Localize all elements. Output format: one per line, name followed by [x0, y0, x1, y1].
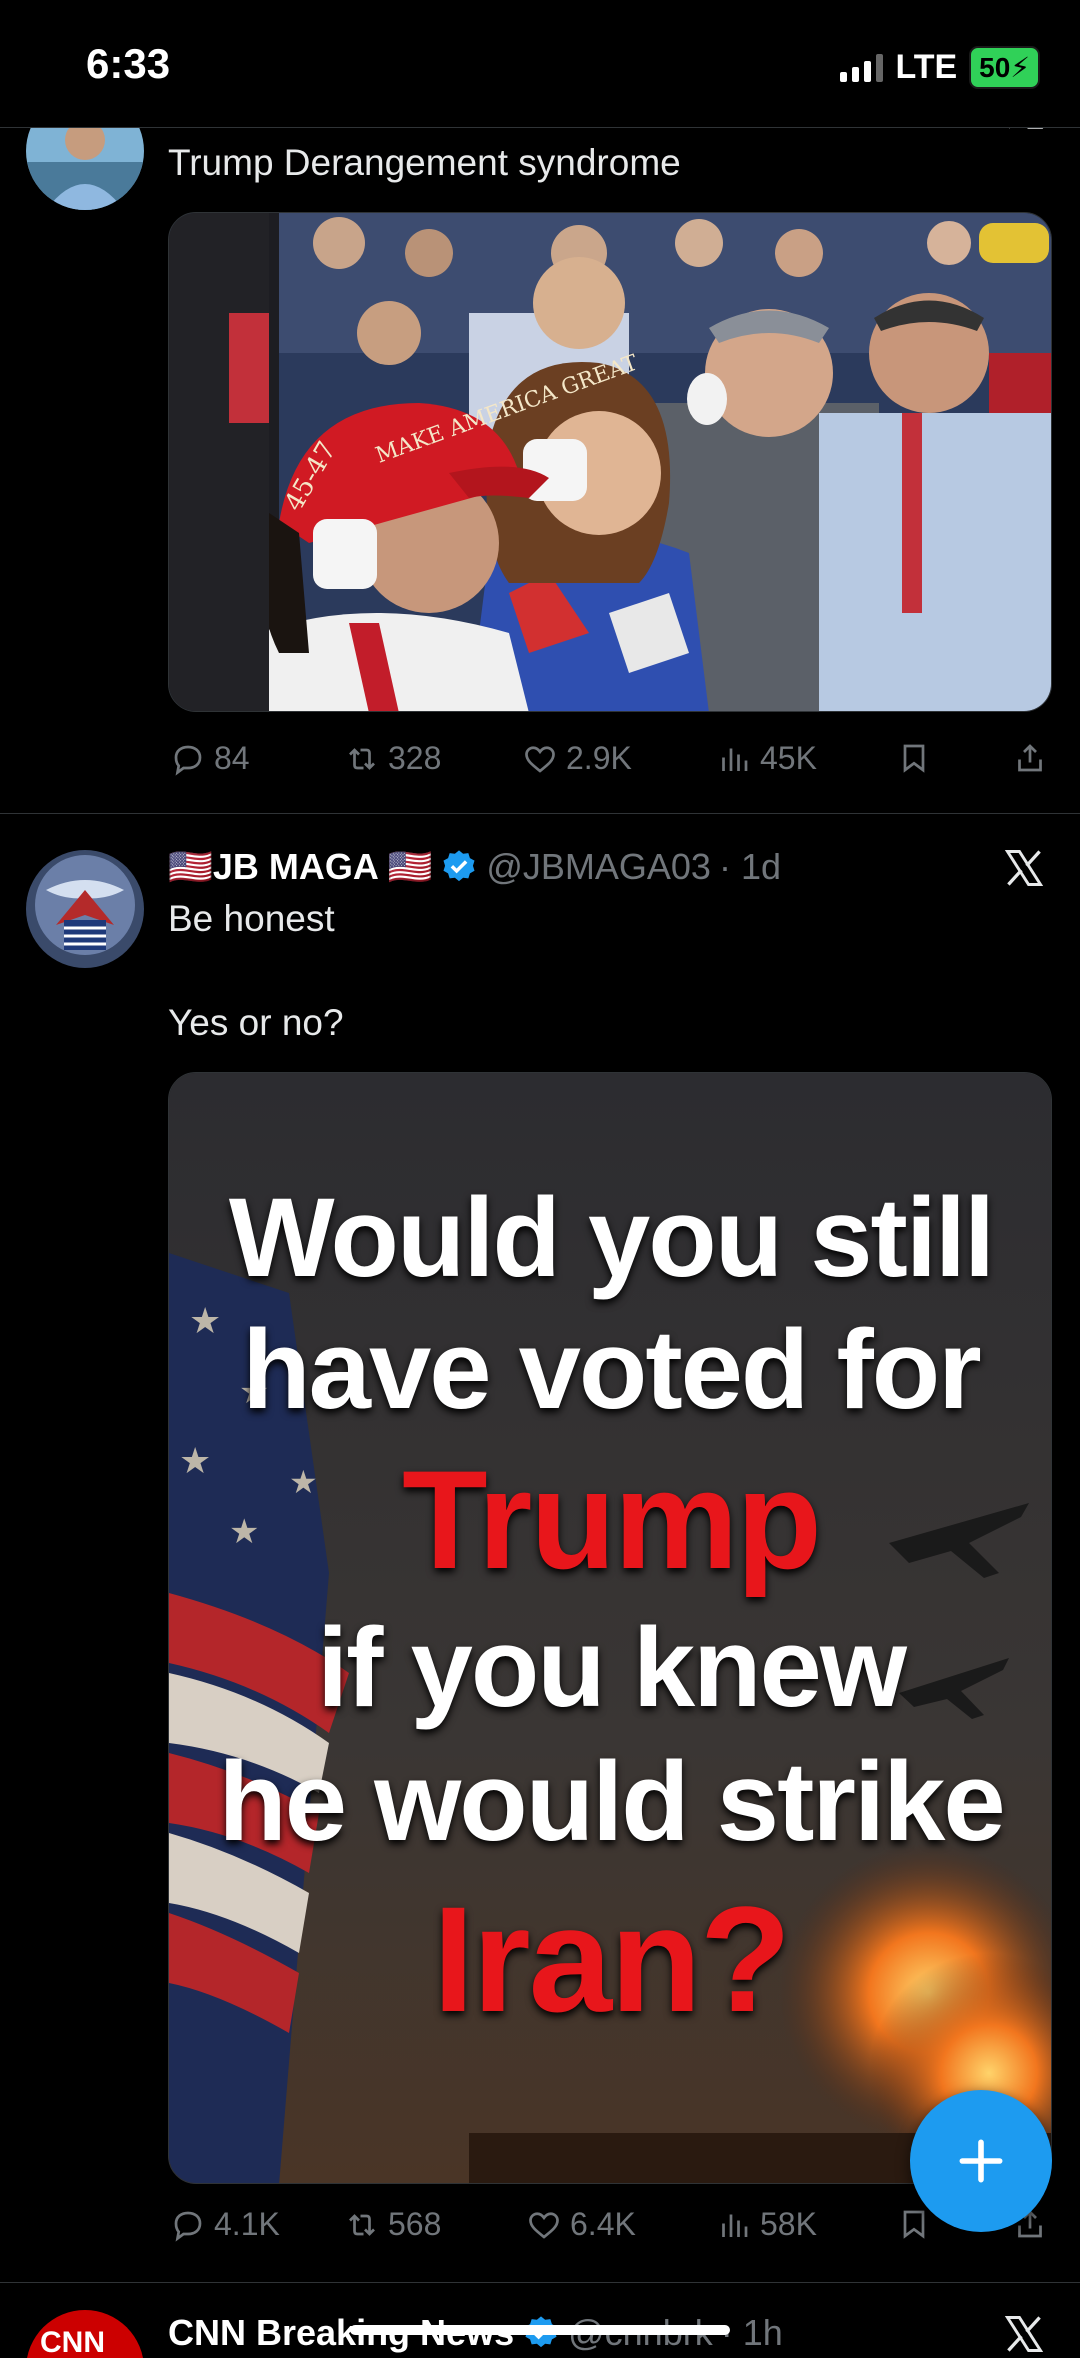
- repost-count: 328: [388, 740, 442, 776]
- bookmark-icon: [903, 744, 925, 773]
- tweet-image[interactable]: ★ ★ ★ ★ ★ Would you still have voted for…: [168, 1072, 1052, 2184]
- signal-icon: [840, 53, 884, 82]
- tweet-divider: [0, 813, 1080, 814]
- like-count: 6.4K: [570, 2206, 636, 2242]
- repost-icon: [349, 747, 375, 770]
- reply-button[interactable]: 4.1K: [170, 2206, 280, 2243]
- like-count: 2.9K: [566, 740, 632, 776]
- verified-icon: [443, 850, 475, 882]
- meme-line-5: he would strike: [218, 1739, 1005, 1864]
- tweet-actions: 4.1K 568 6.4K 58K: [168, 2206, 1058, 2256]
- post-time[interactable]: · 1d: [719, 846, 781, 888]
- repost-icon: [349, 2213, 375, 2236]
- compose-button[interactable]: [910, 2090, 1052, 2232]
- tweet-text-line-1: Be honest: [168, 898, 335, 939]
- tweet-header: 🇺🇸JB MAGA 🇺🇸 @JBMAGA03 · 1d: [168, 846, 781, 888]
- battery-icon: 50⚡: [969, 46, 1040, 89]
- home-indicator[interactable]: [350, 2325, 730, 2335]
- avatar[interactable]: [26, 850, 144, 968]
- avatar[interactable]: CNN: [26, 2310, 144, 2358]
- tweet-image[interactable]: MAKE AMERICA GREAT 45-47: [168, 212, 1052, 712]
- bookmark-icon: [903, 2210, 925, 2239]
- battery-level: 50: [979, 52, 1011, 83]
- meme-line-3: Trump: [402, 1441, 822, 1598]
- x-logo-icon: [1004, 850, 1044, 886]
- bookmark-button[interactable]: [896, 2206, 932, 2242]
- status-time: 6:33: [86, 40, 171, 87]
- tweet-text: Trump Derangement syndrome: [168, 142, 681, 183]
- views-icon: [722, 748, 748, 771]
- bookmark-button[interactable]: [896, 740, 932, 776]
- reply-icon: [174, 745, 202, 776]
- meme-line-1: Would you still: [228, 1175, 995, 1300]
- share-button[interactable]: [1012, 740, 1048, 776]
- like-icon: [525, 745, 555, 773]
- tweet-actions: 84 328 2.9K 45K: [168, 740, 1058, 790]
- meme-line-2: have voted for: [242, 1307, 982, 1432]
- views-count: 45K: [760, 740, 817, 776]
- tweet-text-line-2: Yes or no?: [168, 1002, 344, 1043]
- repost-count: 568: [388, 2206, 442, 2242]
- share-icon: [1018, 744, 1042, 772]
- views-button[interactable]: 58K: [716, 2206, 817, 2243]
- meme-line-6: Iran?: [432, 1875, 792, 2043]
- x-logo-icon: [1004, 2316, 1044, 2352]
- reply-icon: [174, 2211, 202, 2242]
- like-button[interactable]: 6.4K: [526, 2206, 636, 2243]
- post-time[interactable]: · 1h: [721, 2312, 783, 2354]
- views-count: 58K: [760, 2206, 817, 2242]
- reply-count: 4.1K: [214, 2206, 280, 2242]
- like-icon: [529, 2211, 559, 2239]
- status-indicators: LTE 50⚡: [840, 46, 1040, 89]
- network-label: LTE: [895, 48, 958, 86]
- author-name[interactable]: 🇺🇸JB MAGA 🇺🇸: [168, 846, 432, 888]
- repost-button[interactable]: 568: [344, 2206, 441, 2243]
- reply-button[interactable]: 84: [170, 740, 250, 777]
- author-handle[interactable]: @JBMAGA03: [486, 846, 711, 888]
- tweet-divider: [0, 2282, 1080, 2283]
- reply-count: 84: [214, 740, 250, 776]
- repost-button[interactable]: 328: [344, 740, 441, 777]
- plus-icon: [959, 2139, 1003, 2183]
- charging-bolt-icon: ⚡: [1010, 52, 1030, 83]
- views-icon: [722, 2214, 748, 2237]
- cnn-logo: CNN: [40, 2326, 105, 2358]
- meme-line-4: if you knew: [317, 1605, 907, 1730]
- views-button[interactable]: 45K: [716, 740, 817, 777]
- status-bar: 6:33 LTE 50⚡: [0, 0, 1080, 128]
- like-button[interactable]: 2.9K: [522, 740, 632, 777]
